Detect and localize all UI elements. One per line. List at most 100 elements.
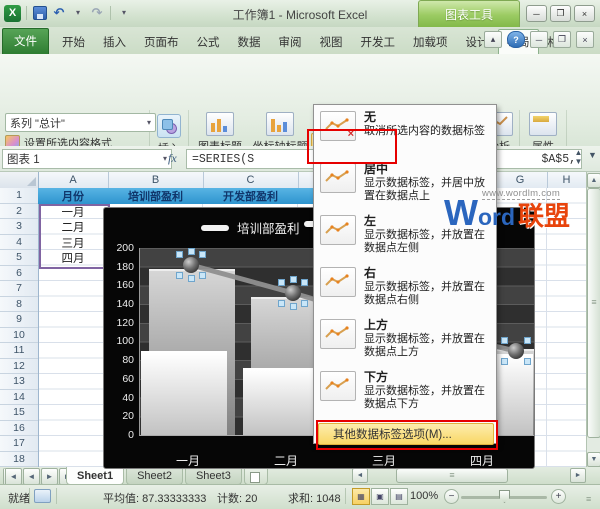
- row-header[interactable]: 14: [0, 390, 38, 405]
- column-header-c[interactable]: C: [203, 172, 299, 188]
- scroll-left-icon[interactable]: ◄: [352, 468, 368, 483]
- cell-a1[interactable]: 月份: [38, 188, 108, 204]
- ribbon-tab[interactable]: 插入: [94, 29, 135, 55]
- column-header-h[interactable]: H: [547, 172, 587, 188]
- row-header[interactable]: 5: [0, 250, 38, 266]
- ribbon-tab[interactable]: 数据: [229, 29, 270, 55]
- row-header[interactable]: 3: [0, 219, 38, 235]
- qat-customize-dropdown[interactable]: ▾: [116, 5, 132, 21]
- menu-item[interactable]: 上方 显示数据标签，并放置在数据点上方: [314, 317, 496, 369]
- resize-grip[interactable]: ≡: [586, 494, 591, 504]
- insert-worksheet-icon[interactable]: [243, 467, 268, 485]
- excel-logo-icon[interactable]: X: [4, 4, 21, 22]
- data-point-marker[interactable]: [278, 276, 308, 310]
- row-header[interactable]: 2: [0, 204, 38, 219]
- save-button[interactable]: [32, 5, 48, 21]
- page-layout-view-icon[interactable]: ▣: [371, 488, 389, 505]
- menu-item[interactable]: 右显示数据标签，并放置在数据点右侧: [314, 265, 496, 317]
- menu-item-desc: 显示数据标签，并放置在数据点左侧: [364, 229, 485, 254]
- row-header[interactable]: 12: [0, 359, 38, 374]
- data-point-marker[interactable]: [176, 248, 206, 282]
- save-icon: [33, 6, 47, 20]
- prev-sheet-icon[interactable]: ◄: [23, 468, 40, 485]
- first-sheet-icon[interactable]: ◄: [3, 468, 22, 485]
- formula-bar-spinner[interactable]: ▲ ▼: [572, 148, 585, 166]
- menu-item[interactable]: 居中 显示数据标签，并居中放置在数据点上: [314, 161, 496, 213]
- zoom-in-icon[interactable]: +: [551, 489, 566, 504]
- menu-item-title: 无: [364, 110, 377, 124]
- name-box[interactable]: 图表 1 ▾: [2, 149, 172, 169]
- row-header[interactable]: 9: [0, 312, 38, 328]
- row-header[interactable]: 6: [0, 266, 38, 281]
- divider: [110, 6, 111, 20]
- row-header[interactable]: 16: [0, 421, 38, 436]
- cell-b1[interactable]: 培训部盈利: [108, 188, 203, 204]
- expand-formula-bar-icon[interactable]: ▼: [588, 151, 597, 160]
- column-header-b[interactable]: B: [108, 172, 204, 188]
- menu-item[interactable]: 左显示数据标签，并放置在数据点左侧: [314, 213, 496, 265]
- scroll-right-icon[interactable]: ►: [570, 468, 586, 483]
- ribbon-tab[interactable]: 审阅: [270, 29, 311, 55]
- column-header-a[interactable]: A: [38, 172, 109, 188]
- ribbon-tab[interactable]: 视图: [311, 29, 352, 55]
- insert-shapes-icon: [157, 114, 181, 138]
- data-point-marker[interactable]: [501, 337, 531, 365]
- ribbon-tab[interactable]: 加载项: [404, 29, 457, 55]
- column-header-g[interactable]: G: [493, 172, 548, 188]
- zoom-out-icon[interactable]: −: [444, 489, 459, 504]
- horizontal-scroll-thumb[interactable]: ≡: [396, 468, 508, 483]
- ribbon-tab[interactable]: 开始: [53, 29, 94, 55]
- row-header[interactable]: 13: [0, 374, 38, 390]
- horizontal-scrollbar[interactable]: ◄ ≡ ►: [352, 468, 586, 483]
- help-icon[interactable]: ?: [507, 31, 525, 48]
- sheet-tab[interactable]: Sheet2: [126, 467, 183, 485]
- doc-close-icon[interactable]: ×: [576, 31, 594, 48]
- window-controls: ─ ❐ ×: [526, 5, 595, 22]
- more-data-label-options[interactable]: 其他数据标签选项(M)...: [318, 423, 494, 445]
- menu-item-title: 上方: [364, 318, 389, 332]
- minimize-button[interactable]: ─: [526, 5, 547, 22]
- menu-item-desc: 显示数据标签，并放置在数据点下方: [364, 385, 485, 410]
- chart-element-selector[interactable]: 系列 "总计" ▾: [5, 113, 156, 132]
- close-button[interactable]: ×: [574, 5, 595, 22]
- ribbon-tab[interactable]: 页面布: [135, 29, 188, 55]
- page-break-view-icon[interactable]: ▤: [390, 488, 408, 505]
- ribbon-tab[interactable]: 公式: [188, 29, 229, 55]
- ribbon-tab[interactable]: 文件: [2, 28, 49, 55]
- ribbon-tab[interactable]: 开发工: [352, 29, 405, 55]
- normal-view-icon[interactable]: ▦: [352, 488, 370, 505]
- menu-item[interactable]: × 无取消所选内容的数据标签: [314, 109, 496, 161]
- row-header[interactable]: 10: [0, 328, 38, 343]
- menu-item-desc: 显示数据标签，并放置在数据点右侧: [364, 281, 485, 306]
- cell-c1[interactable]: 开发部盈利: [203, 188, 298, 204]
- row-header[interactable]: 18: [0, 452, 38, 467]
- menu-item[interactable]: 下方 显示数据标签，并放置在数据点下方: [314, 369, 496, 421]
- doc-minimize-icon[interactable]: ─: [530, 31, 548, 48]
- spinner-down-icon[interactable]: ▼: [572, 157, 585, 166]
- restore-button[interactable]: ❐: [550, 5, 571, 22]
- view-shortcuts: ▦ ▣ ▤: [352, 488, 408, 505]
- row-header[interactable]: 8: [0, 297, 38, 312]
- menu-item-text: 居中 显示数据标签，并居中放置在数据点上: [364, 163, 492, 213]
- select-all-corner[interactable]: [0, 172, 39, 189]
- scroll-down-icon[interactable]: ▼: [587, 452, 600, 467]
- row-header[interactable]: 11: [0, 343, 38, 359]
- row-header[interactable]: 7: [0, 281, 38, 297]
- sheet-tab[interactable]: Sheet1: [66, 467, 125, 485]
- divider: [26, 6, 27, 20]
- row-header[interactable]: 1: [0, 188, 38, 204]
- collapse-ribbon-icon[interactable]: ▴: [484, 31, 502, 48]
- undo-button[interactable]: ↶: [51, 5, 67, 21]
- vertical-scroll-thumb[interactable]: ≡: [587, 188, 600, 438]
- row-header[interactable]: 4: [0, 235, 38, 250]
- row-header[interactable]: 17: [0, 436, 38, 452]
- scroll-up-icon[interactable]: ▲: [587, 173, 600, 188]
- row-header[interactable]: 15: [0, 405, 38, 421]
- undo-dropdown[interactable]: ▾: [70, 5, 86, 21]
- macro-record-icon[interactable]: [34, 489, 51, 503]
- sheet-tab[interactable]: Sheet3: [184, 467, 242, 485]
- redo-button[interactable]: ↷: [89, 5, 105, 21]
- next-sheet-icon[interactable]: ►: [41, 468, 58, 485]
- spinner-up-icon[interactable]: ▲: [572, 148, 585, 157]
- doc-restore-icon[interactable]: ❐: [553, 31, 571, 48]
